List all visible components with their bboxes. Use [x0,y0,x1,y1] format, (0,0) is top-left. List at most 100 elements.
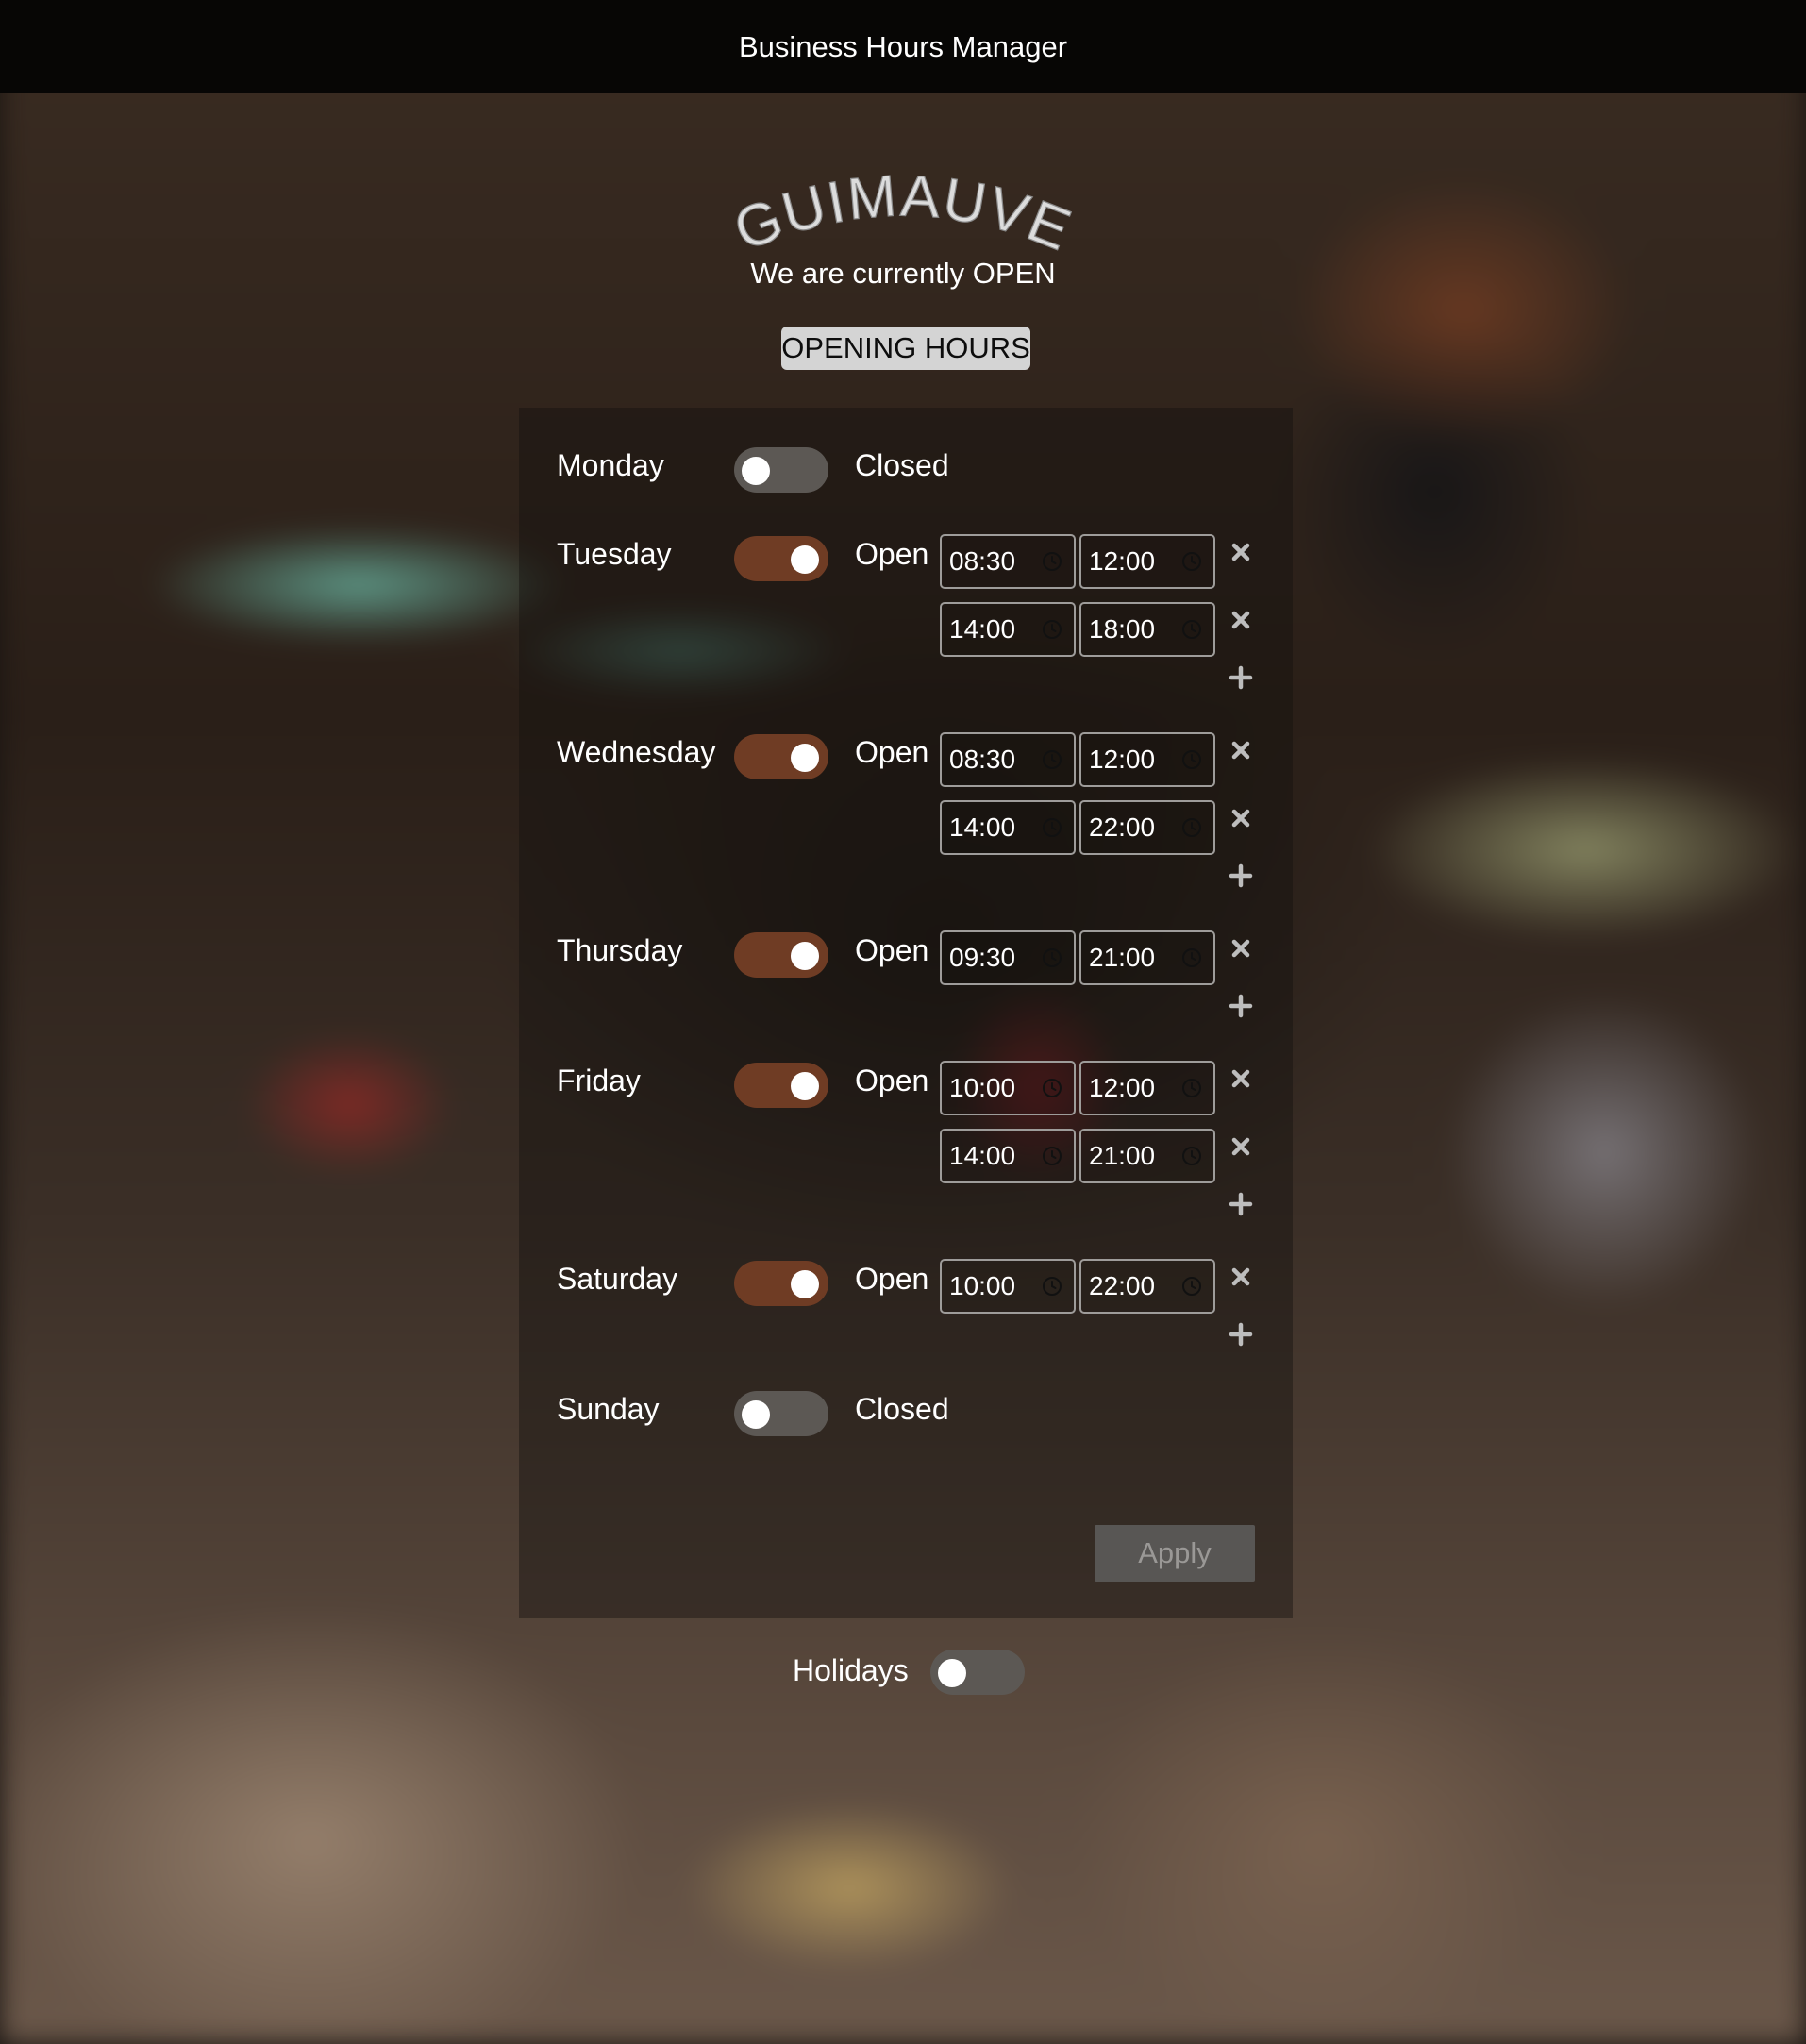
start-time-value: 10:00 [949,1271,1016,1300]
start-time-input[interactable]: 14:00 [940,1129,1076,1183]
end-time-input[interactable]: 21:00 [1079,1129,1215,1183]
close-icon[interactable] [1225,536,1257,568]
toggle-knob [791,744,819,772]
day-state-label: Closed [855,448,949,482]
day-state-label: Open [855,1262,929,1296]
close-icon[interactable] [1225,734,1257,766]
end-time-value: 12:00 [1089,745,1156,774]
close-icon[interactable] [1225,802,1257,834]
opening-hours-panel: Monday Closed Tuesday Open 08:30 12:00 14:00 18… [519,408,1293,1618]
opening-hours-title: OPENING HOURS [781,327,1030,370]
end-time-input[interactable]: 22:00 [1079,800,1215,855]
time-slot: 14:00 21:00 [940,1129,1279,1183]
window-title: Business Hours Manager [738,29,1068,63]
time-slot: 14:00 18:00 [940,602,1279,657]
day-state-label: Open [855,537,929,571]
close-icon[interactable] [1225,1063,1257,1095]
clock-icon[interactable] [1181,1146,1202,1166]
time-slot: 08:30 12:00 [940,732,1279,787]
clock-icon[interactable] [1181,947,1202,968]
start-time-input[interactable]: 10:00 [940,1259,1076,1314]
day-label: Thursday [557,933,683,967]
plus-icon[interactable] [1225,1318,1257,1350]
end-time-input[interactable]: 12:00 [1079,534,1215,589]
day-label: Saturday [557,1262,678,1296]
start-time-value: 08:30 [949,745,1016,774]
clock-icon[interactable] [1042,619,1062,640]
end-time-value: 21:00 [1089,943,1156,972]
clock-icon[interactable] [1042,1146,1062,1166]
day-state-label: Closed [855,1392,949,1426]
clock-icon[interactable] [1181,1078,1202,1098]
day-label: Sunday [557,1392,660,1426]
time-slot: 08:30 12:00 [940,534,1279,589]
toggle-knob [791,942,819,970]
end-time-input[interactable]: 22:00 [1079,1259,1215,1314]
day-open-toggle[interactable] [734,734,828,779]
time-slot: 14:00 22:00 [940,800,1279,855]
start-time-value: 10:00 [949,1073,1016,1102]
close-icon[interactable] [1225,1261,1257,1293]
start-time-input[interactable]: 14:00 [940,800,1076,855]
day-label: Friday [557,1064,641,1097]
holidays-label: Holidays [793,1653,909,1687]
toggle-knob [742,457,770,485]
end-time-value: 12:00 [1089,1073,1156,1102]
apply-button[interactable]: Apply [1095,1525,1255,1582]
end-time-value: 21:00 [1089,1141,1156,1170]
clock-icon[interactable] [1042,947,1062,968]
clock-icon[interactable] [1181,749,1202,770]
start-time-input[interactable]: 08:30 [940,732,1076,787]
brand-logo: GUIMAUVE [0,170,1806,264]
close-icon[interactable] [1225,1131,1257,1163]
end-time-value: 22:00 [1089,1271,1156,1300]
clock-icon[interactable] [1181,619,1202,640]
start-time-input[interactable]: 14:00 [940,602,1076,657]
toggle-knob [791,1270,819,1298]
open-status-text: We are currently OPEN [750,257,1056,290]
plus-icon[interactable] [1225,662,1257,694]
day-state-label: Open [855,1064,929,1097]
time-slot: 10:00 12:00 [940,1061,1279,1115]
start-time-input[interactable]: 08:30 [940,534,1076,589]
start-time-input[interactable]: 10:00 [940,1061,1076,1115]
clock-icon[interactable] [1042,551,1062,572]
day-label: Wednesday [557,735,716,769]
day-open-toggle[interactable] [734,1261,828,1306]
end-time-input[interactable]: 12:00 [1079,1061,1215,1115]
holidays-toggle[interactable] [930,1650,1025,1695]
clock-icon[interactable] [1042,1078,1062,1098]
day-state-label: Open [855,933,929,967]
plus-icon[interactable] [1225,990,1257,1022]
close-icon[interactable] [1225,604,1257,636]
toggle-knob [742,1400,770,1429]
day-state-label: Open [855,735,929,769]
clock-icon[interactable] [1181,551,1202,572]
plus-icon[interactable] [1225,860,1257,892]
start-time-value: 14:00 [949,614,1016,644]
end-time-value: 12:00 [1089,546,1156,576]
end-time-input[interactable]: 18:00 [1079,602,1215,657]
day-open-toggle[interactable] [734,536,828,581]
brand-logo-arc: GUIMAUVE [725,170,1079,264]
clock-icon[interactable] [1042,1276,1062,1297]
end-time-input[interactable]: 12:00 [1079,732,1215,787]
day-open-toggle[interactable] [734,1063,828,1108]
plus-icon[interactable] [1225,1188,1257,1220]
day-open-toggle[interactable] [734,447,828,493]
day-open-toggle[interactable] [734,1391,828,1436]
clock-icon[interactable] [1042,817,1062,838]
toggle-knob [791,545,819,574]
top-bar: Business Hours Manager [0,0,1806,93]
start-time-value: 08:30 [949,546,1016,576]
time-slot: 10:00 22:00 [940,1259,1279,1314]
clock-icon[interactable] [1181,1276,1202,1297]
brand-name: GUIMAUVE [725,170,1079,264]
close-icon[interactable] [1225,932,1257,964]
clock-icon[interactable] [1181,817,1202,838]
clock-icon[interactable] [1042,749,1062,770]
end-time-input[interactable]: 21:00 [1079,930,1215,985]
day-open-toggle[interactable] [734,932,828,978]
start-time-input[interactable]: 09:30 [940,930,1076,985]
day-label: Tuesday [557,537,672,571]
